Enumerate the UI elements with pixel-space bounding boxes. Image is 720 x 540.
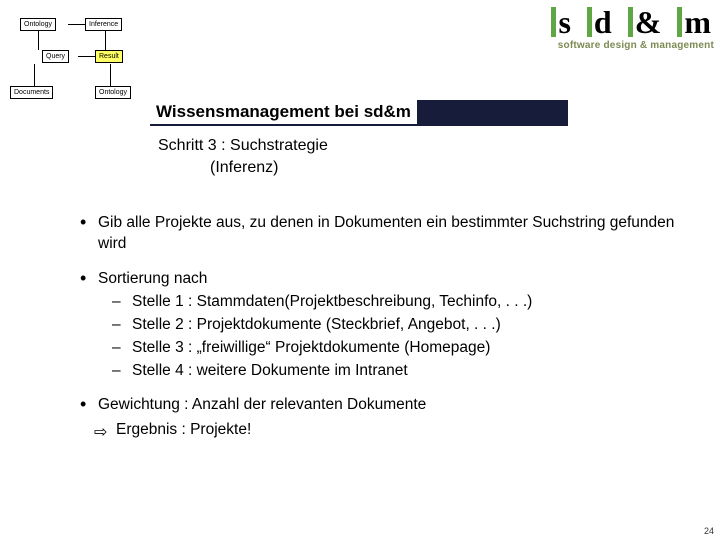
sub-item-3: Stelle 3 : „freiwillige“ Projektdokument… [98,338,686,359]
result-line: ⇨ Ergebnis : Projekte! [98,420,686,441]
bullet-1-text: Gib alle Projekte aus, zu denen in Dokum… [98,214,674,252]
diagram-line [68,24,85,25]
diagram-line [110,64,111,86]
box-result: Result [95,50,123,63]
box-ontology-bot: Ontology [95,86,131,99]
box-query: Query [42,50,69,63]
subtitle-line1: Schritt 3 : Suchstrategie [158,135,547,157]
bullet-list: Gib alle Projekte aus, zu denen in Dokum… [80,213,686,441]
subtitle-line2: (Inferenz) [158,157,547,179]
brand-divider-icon [628,7,633,37]
slide: Ontology Inference Query Result Document… [0,0,720,540]
bullet-2: Sortierung nach Stelle 1 : Stammdaten(Pr… [80,269,686,382]
sub-item-2: Stelle 2 : Projektdokumente (Steckbrief,… [98,315,686,336]
brand-divider-icon [551,7,556,37]
brand-logo: s d & m software design & management [549,6,714,51]
subtitle-box: Schritt 3 : Suchstrategie (Inferenz) [150,130,555,188]
diagram-line [38,30,39,50]
diagram-line [34,64,35,86]
content-area: Gib alle Projekte aus, zu denen in Dokum… [70,205,696,471]
brand-divider-icon [587,7,592,37]
bullet-1: Gib alle Projekte aus, zu denen in Dokum… [80,213,686,255]
box-inference: Inference [85,18,122,31]
result-text: Ergebnis : Projekte! [116,421,251,438]
brand-letters: s d & m [549,6,714,38]
sub-item-1: Stelle 1 : Stammdaten(Projektbeschreibun… [98,292,686,313]
arrow-icon: ⇨ [94,422,107,444]
bullet-3-text: Gewichtung : Anzahl der relevanten Dokum… [98,396,426,413]
bullet-2-sublist: Stelle 1 : Stammdaten(Projektbeschreibun… [98,292,686,382]
brand-tagline: software design & management [549,40,714,51]
architecture-diagram: Ontology Inference Query Result Document… [10,18,150,113]
page-title: Wissensmanagement bei sd&m [150,100,417,124]
bullet-2-lead: Sortierung nach [98,270,207,287]
diagram-line [105,30,106,50]
page-number: 24 [704,526,714,536]
sub-item-4: Stelle 4 : weitere Dokumente im Intranet [98,361,686,382]
box-documents: Documents [10,86,53,99]
bullet-3: Gewichtung : Anzahl der relevanten Dokum… [80,395,686,441]
diagram-line [78,56,95,57]
brand-divider-icon [677,7,682,37]
